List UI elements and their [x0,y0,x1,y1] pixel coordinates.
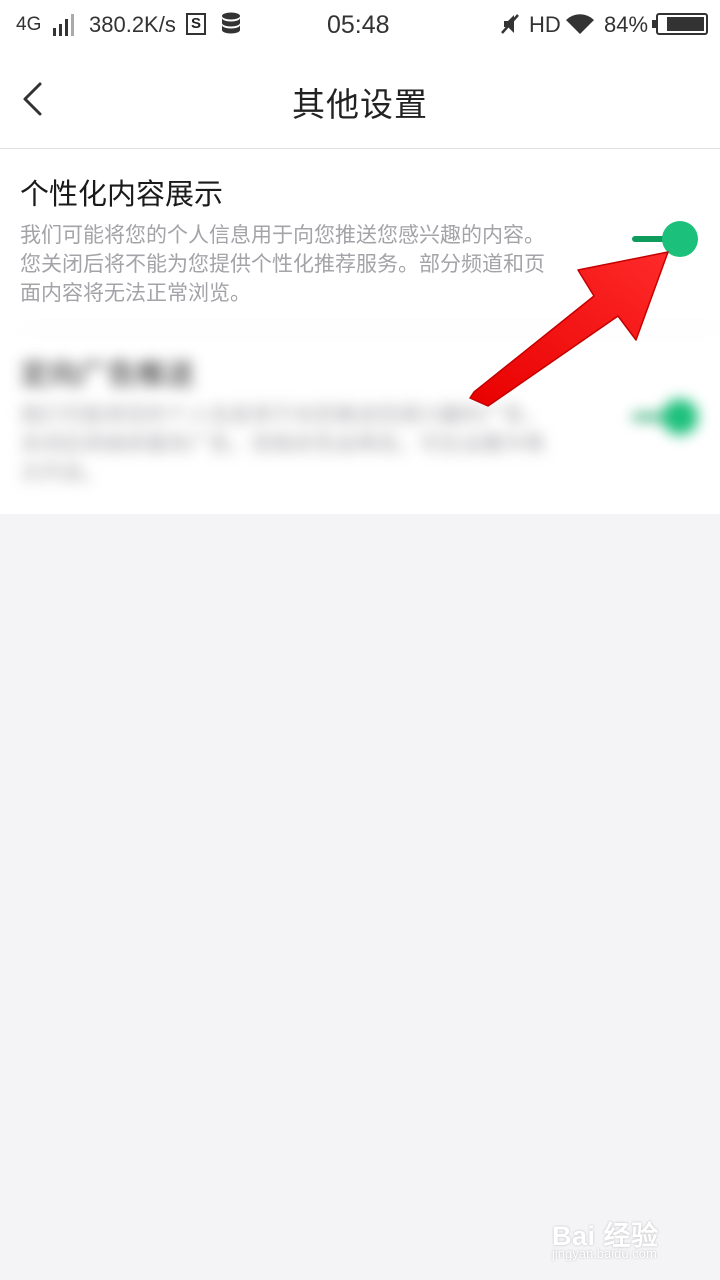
hd-indicator: HD [529,12,561,37]
s-notification-icon: S [186,13,206,35]
database-icon [222,12,240,34]
setting-title: 定向广告推送 [20,357,195,391]
wifi-icon [566,14,594,34]
status-bar: 4G 380.2K/s S 05:48 HD 84% [0,0,720,50]
signal-icon [53,14,74,36]
watermark-url: jingyan.baidu.com [552,1246,657,1261]
annotation-arrow-icon [469,251,669,407]
app-header: 其他设置 [0,50,720,149]
page-title: 其他设置 [292,85,428,124]
clock: 05:48 [327,11,390,39]
battery-level [667,17,704,31]
baidu-jingyan-watermark: Bai 经验 jingyan.baidu.com [552,1214,702,1270]
setting-title: 个性化内容展示 [20,177,224,211]
network-type: 4G [16,14,42,35]
network-speed: 380.2K/s [89,12,176,37]
vibrate-off-icon [501,14,519,34]
battery-icon [652,13,708,35]
setting-description: 我们可能将您的个人信息用于向您推送您感兴趣的广告，关闭后将继续看到广告，但相关性… [20,403,545,485]
battery-percent: 84% [604,12,649,37]
